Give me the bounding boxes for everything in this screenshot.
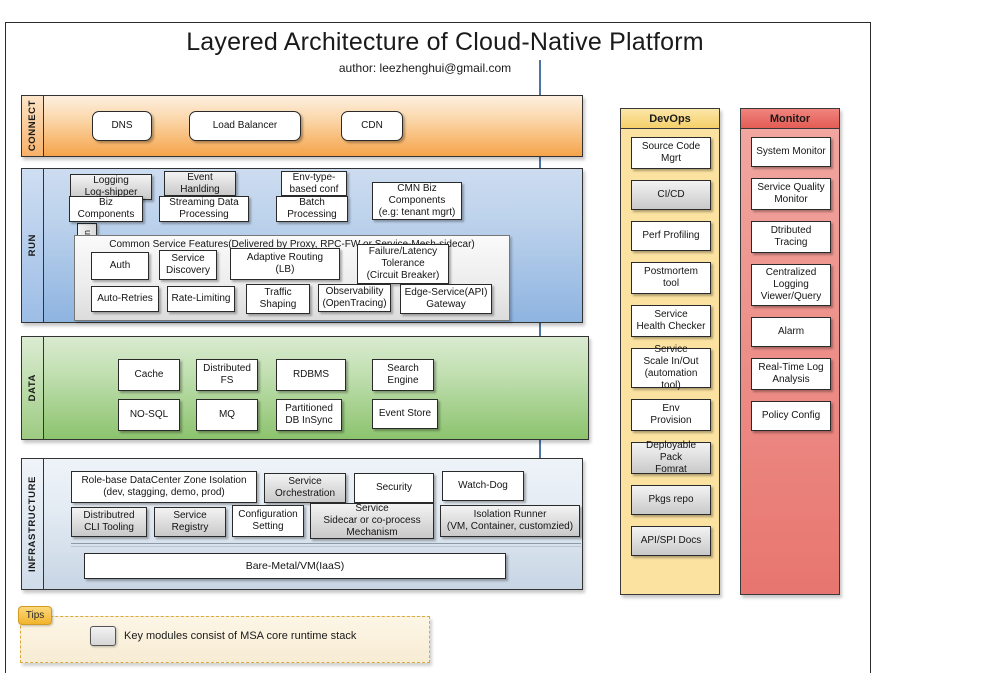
node-data-3[interactable]: Search Engine — [372, 359, 434, 391]
layer-infrastructure-body: Bare-Metal/VM(IaaS) Role-base DataCenter… — [44, 459, 582, 589]
item-devops-6[interactable]: Env Provision — [631, 399, 711, 431]
node-connect-1[interactable]: Load Balancer — [189, 111, 301, 141]
item-monitor-6[interactable]: Policy Config — [751, 401, 831, 431]
key-module-swatch-icon — [90, 626, 116, 646]
layer-data-body: Cache Distributed FS RDBMS Search Engine NO-… — [44, 337, 588, 439]
node-data-2[interactable]: RDBMS — [276, 359, 346, 391]
column-monitor-header: Monitor — [741, 109, 839, 129]
layer-infrastructure-label: INFRASTRUCTURE — [27, 475, 38, 572]
item-devops-4[interactable]: Service Health Checker — [631, 305, 711, 337]
node-run-6[interactable]: Batch Processing — [276, 196, 348, 222]
page-title: Layered Architecture of Cloud-Native Pla… — [186, 28, 704, 56]
item-monitor-3[interactable]: Centralized Logging Viewer/Query — [751, 264, 831, 306]
layer-data: DATA Cache Distributed FS RDBMS Search Engi… — [21, 336, 589, 440]
node-run-3[interactable]: CMN Biz Components (e.g: tenant mgrt) — [372, 182, 462, 220]
node-run-4[interactable]: Biz Components — [69, 196, 143, 222]
layer-data-tab: DATA — [22, 337, 44, 439]
node-infrastructure-6[interactable]: Configuration Setting — [232, 505, 304, 537]
diagram-canvas: Layered Architecture of Cloud-Native Pla… — [0, 0, 995, 673]
item-monitor-0[interactable]: System Monitor — [751, 137, 831, 167]
item-devops-2[interactable]: Perf Profiling — [631, 221, 711, 251]
layer-run-body: Communication Common Service Features(De… — [44, 169, 582, 322]
node-csf-1[interactable]: Service Discovery — [159, 250, 217, 280]
item-devops-3[interactable]: Postmortem tool — [631, 262, 711, 294]
item-devops-5[interactable]: Service Scale In/Out (automation tool) — [631, 344, 711, 391]
item-monitor-4[interactable]: Alarm — [751, 317, 831, 347]
layer-run-label: RUN — [27, 234, 38, 257]
node-csf-2[interactable]: Adaptive Routing (LB) — [230, 248, 340, 280]
item-devops-9[interactable]: API/SPI Docs — [631, 526, 711, 556]
layer-run: RUN Communication Common Service Feature… — [21, 168, 583, 323]
node-data-7[interactable]: Event Store — [372, 399, 438, 429]
layer-connect-tab: CONNECT — [22, 96, 44, 156]
node-infrastructure-1[interactable]: Service Orchestration — [264, 473, 346, 503]
node-infrastructure-7[interactable]: Service Sidecar or co-process Mechanism — [310, 503, 434, 539]
layer-infrastructure-tab: INFRASTRUCTURE — [22, 459, 44, 589]
node-run-5[interactable]: Streaming Data Processing — [159, 196, 249, 222]
node-infrastructure-3[interactable]: Watch-Dog — [442, 471, 524, 501]
node-connect-2[interactable]: CDN — [341, 111, 403, 141]
node-csf-7[interactable]: Observability (OpenTracing) — [318, 284, 391, 312]
infrastructure-divider — [71, 543, 581, 547]
node-infrastructure-5[interactable]: Service Registry — [154, 507, 226, 537]
column-devops: DevOps Source Code Mgrt CI/CD Perf Profili… — [620, 108, 720, 595]
tips-text: Key modules consist of MSA core runtime … — [124, 630, 357, 642]
layer-data-label: DATA — [27, 374, 38, 402]
node-run-1[interactable]: Event Hanlding — [164, 171, 236, 196]
node-csf-6[interactable]: Traffic Shaping — [246, 284, 310, 314]
node-run-2[interactable]: Env-type- based conf — [281, 171, 347, 196]
node-csf-3[interactable]: Failure/Latency Tolerance (Circuit Break… — [357, 244, 449, 284]
node-csf-5[interactable]: Rate-Limiting — [167, 286, 235, 312]
layer-connect-body: DNS Load Balancer CDN — [44, 96, 582, 156]
item-devops-7[interactable]: Deployable Pack Fomrat — [631, 440, 711, 475]
layer-infrastructure: INFRASTRUCTURE Bare-Metal/VM(IaaS) Role-… — [21, 458, 583, 590]
item-devops-1[interactable]: CI/CD — [631, 180, 711, 210]
node-infrastructure-4[interactable]: Distributred CLI Tooling — [71, 507, 147, 537]
layer-connect: CONNECT DNS Load Balancer CDN — [21, 95, 583, 157]
node-data-5[interactable]: MQ — [196, 399, 258, 431]
node-infrastructure-0[interactable]: Role-base DataCenter Zone Isolation (dev… — [71, 471, 257, 503]
column-devops-header: DevOps — [621, 109, 719, 129]
author-line: author: leezhenghui@gmail.com — [338, 61, 512, 75]
node-data-0[interactable]: Cache — [118, 359, 180, 391]
item-monitor-2[interactable]: Dtributed Tracing — [751, 221, 831, 253]
tips-tab-label: Tips — [18, 606, 52, 625]
node-infrastructure-2[interactable]: Security — [354, 473, 434, 503]
node-connect-0[interactable]: DNS — [92, 111, 152, 141]
layer-run-tab: RUN — [22, 169, 44, 322]
node-csf-4[interactable]: Auto-Retries — [91, 286, 159, 312]
node-csf-0[interactable]: Auth — [91, 252, 149, 280]
node-csf-8[interactable]: Edge-Service(API) Gateway — [400, 284, 492, 314]
column-monitor: Monitor System Monitor Service Quality Mo… — [740, 108, 840, 595]
item-devops-0[interactable]: Source Code Mgrt — [631, 137, 711, 169]
layer-connect-label: CONNECT — [27, 100, 38, 152]
common-service-features-panel: Common Service Features(Delivered by Pro… — [74, 235, 510, 321]
bare-metal-bar: Bare-Metal/VM(IaaS) — [84, 553, 506, 579]
node-data-6[interactable]: Partitioned DB InSync — [276, 399, 342, 431]
node-data-1[interactable]: Distributed FS — [196, 359, 258, 391]
item-monitor-1[interactable]: Service Quality Monitor — [751, 178, 831, 210]
item-monitor-5[interactable]: Real-Time Log Analysis — [751, 358, 831, 390]
node-data-4[interactable]: NO-SQL — [118, 399, 180, 431]
node-infrastructure-8[interactable]: Isolation Runner (VM, Container, customz… — [440, 505, 580, 537]
item-devops-8[interactable]: Pkgs repo — [631, 485, 711, 515]
